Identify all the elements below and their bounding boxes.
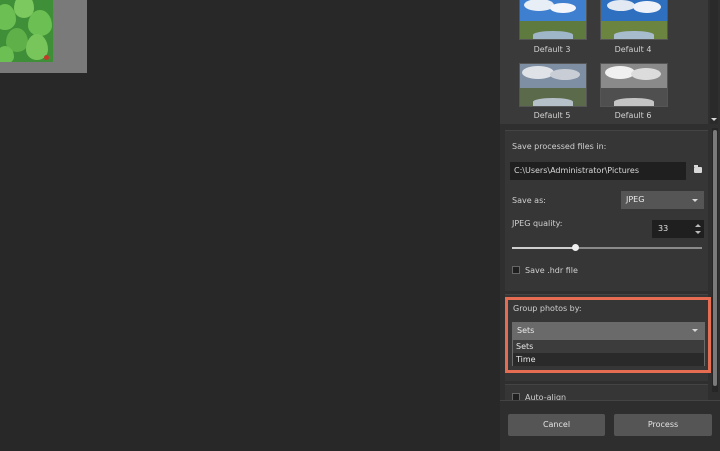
save-hdr-checkbox[interactable] — [512, 266, 520, 274]
preset-thumbnail-default-6[interactable] — [600, 63, 668, 107]
save-path-field[interactable]: C:\Users\Administrator\Pictures — [510, 162, 686, 180]
chevron-down-icon — [692, 199, 698, 202]
preset-label-default-3: Default 3 — [533, 45, 571, 54]
save-as-label: Save as: — [512, 196, 546, 205]
highlight-annotation — [505, 297, 711, 373]
increment-icon[interactable] — [695, 224, 701, 227]
jpeg-quality-label: JPEG quality: — [512, 219, 563, 228]
preset-label-default-4: Default 4 — [614, 45, 652, 54]
decrement-icon[interactable] — [695, 231, 701, 234]
save-as-value: JPEG — [626, 195, 645, 204]
preset-thumbnail-default-3[interactable] — [519, 0, 587, 40]
folder-icon[interactable] — [694, 165, 702, 173]
save-location-label: Save processed files in: — [512, 142, 607, 151]
preset-thumbnail-default-4[interactable] — [600, 0, 668, 40]
leaf-photo-thumbnail[interactable] — [0, 0, 53, 62]
settings-scrollbar-thumb[interactable] — [713, 130, 717, 386]
jpeg-quality-value: 33 — [658, 224, 669, 233]
preset-thumbnail-default-5[interactable] — [519, 63, 587, 107]
process-button[interactable]: Process — [614, 414, 712, 436]
auto-align-label: Auto-align — [525, 393, 567, 400]
jpeg-quality-slider-handle[interactable] — [571, 244, 579, 251]
presets-scrollbar[interactable] — [710, 0, 718, 124]
photo-thumbnail-frame[interactable] — [0, 0, 87, 73]
ladybug — [44, 55, 49, 60]
jpeg-quality-stepper[interactable]: 33 — [652, 220, 704, 238]
preset-label-default-5: Default 5 — [533, 111, 571, 120]
save-hdr-label: Save .hdr file — [525, 266, 578, 275]
jpeg-quality-slider-fill — [512, 247, 575, 249]
preset-label-default-6: Default 6 — [614, 111, 652, 120]
presets-scroll-down-icon[interactable] — [711, 118, 717, 121]
cancel-button[interactable]: Cancel — [508, 414, 605, 436]
